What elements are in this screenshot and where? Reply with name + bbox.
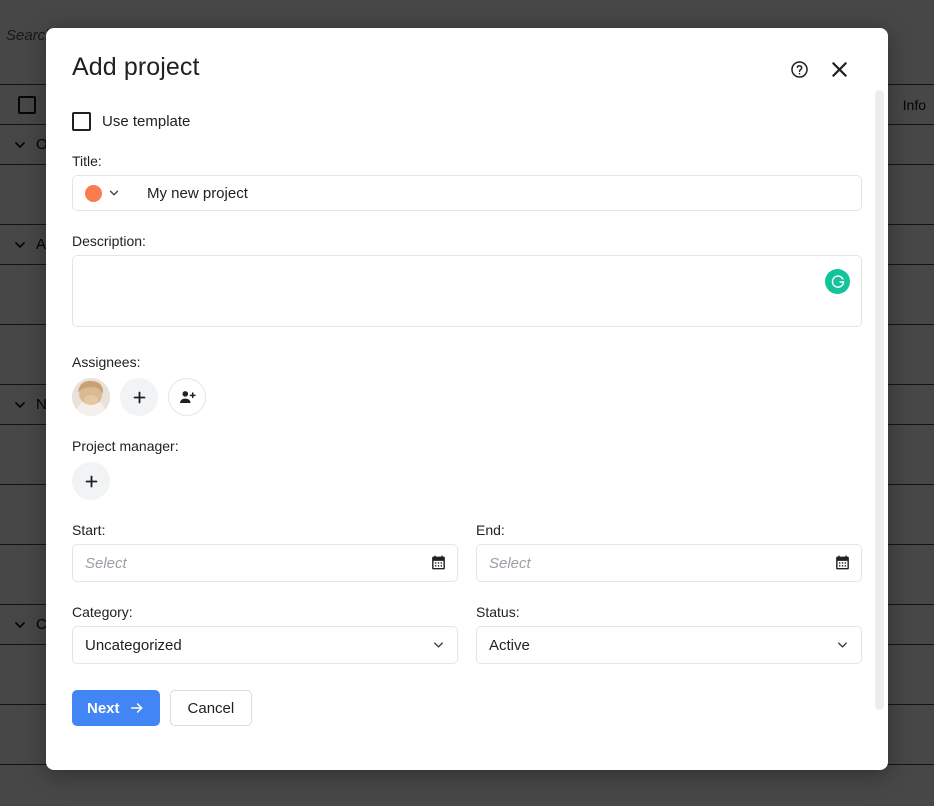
category-selected-value: Uncategorized [85, 636, 182, 654]
help-circle-icon[interactable] [786, 56, 812, 82]
add-project-dialog: Add project Use template Title: My new p… [46, 28, 888, 770]
add-assignee-button[interactable] [120, 378, 158, 416]
project-manager-row [72, 462, 862, 500]
start-date-input[interactable] [73, 545, 457, 581]
end-input-wrapper [476, 544, 862, 582]
start-input-wrapper [72, 544, 458, 582]
close-icon[interactable] [826, 56, 852, 82]
dialog-header-actions [786, 50, 862, 82]
title-input-wrapper [72, 175, 862, 211]
status-field-block: Status: Active [476, 604, 862, 664]
start-field-block: Start: [72, 522, 458, 582]
next-button-label: Next [87, 699, 120, 717]
status-selected-value: Active [489, 636, 530, 654]
add-project-manager-button[interactable] [72, 462, 110, 500]
project-description-textarea[interactable] [72, 255, 862, 327]
assignees-block: Assignees: [72, 354, 862, 416]
chevron-down-icon [838, 642, 847, 648]
dates-row: Start: End: [72, 522, 862, 582]
end-label: End: [476, 522, 505, 538]
category-field-block: Category: Uncategorized [72, 604, 458, 664]
title-field-block: Title: [72, 153, 862, 211]
project-manager-label: Project manager: [72, 438, 179, 454]
dialog-header: Add project [72, 50, 862, 94]
project-title-input[interactable] [131, 176, 861, 210]
color-swatch [85, 184, 102, 202]
calendar-icon [432, 555, 445, 570]
status-select[interactable]: Active [476, 626, 862, 664]
chevron-down-icon [434, 642, 443, 648]
use-template-label: Use template [102, 113, 191, 130]
status-label: Status: [476, 604, 520, 620]
dialog-title: Add project [72, 53, 200, 81]
category-select[interactable]: Uncategorized [72, 626, 458, 664]
arrow-right-icon [130, 703, 142, 713]
dialog-scrollbar[interactable] [875, 90, 884, 710]
start-label: Start: [72, 522, 106, 538]
title-label: Title: [72, 153, 102, 169]
assignee-avatar[interactable] [72, 378, 110, 416]
cancel-button[interactable]: Cancel [169, 690, 253, 726]
use-template-row[interactable]: Use template [72, 112, 862, 131]
assignees-row [72, 378, 862, 416]
chevron-down-icon [109, 190, 119, 196]
dialog-scroll-area: Add project Use template Title: My new p… [46, 28, 888, 770]
dialog-footer: Next Cancel [72, 690, 862, 726]
calendar-icon [836, 555, 849, 570]
end-date-input[interactable] [477, 545, 861, 581]
person-add-icon[interactable] [168, 378, 206, 416]
description-label: Description: [72, 233, 146, 249]
category-status-row: Category: Uncategorized Status: Active [72, 604, 862, 664]
end-field-block: End: [476, 522, 862, 582]
description-field-block: Description: [72, 233, 862, 332]
category-label: Category: [72, 604, 133, 620]
project-manager-block: Project manager: [72, 438, 862, 500]
use-template-checkbox[interactable] [72, 112, 91, 131]
project-color-picker[interactable] [73, 184, 131, 202]
next-button[interactable]: Next [72, 690, 160, 726]
assignees-label: Assignees: [72, 354, 141, 370]
grammarly-icon[interactable] [825, 269, 850, 294]
